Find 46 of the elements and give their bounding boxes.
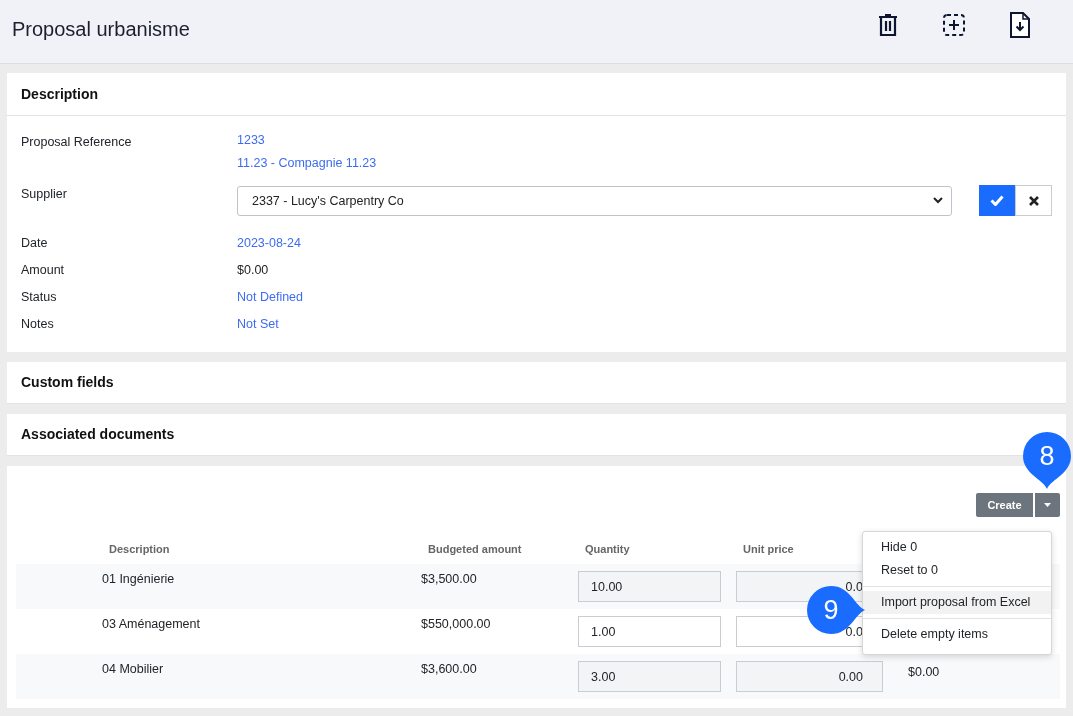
cancel-button[interactable] <box>1015 185 1052 216</box>
field-label: Status <box>21 289 58 306</box>
supplier-select[interactable]: 2337 - Lucy's Carpentry Co <box>237 185 952 216</box>
field-label: Notes <box>21 316 55 333</box>
field-label: Proposal Reference <box>21 134 133 151</box>
column-header: Budgeted amount <box>428 543 522 555</box>
column-header: Quantity <box>585 543 630 555</box>
field-label: Date <box>21 235 49 252</box>
quantity-field[interactable]: 3.00 <box>578 661 721 692</box>
table-cell: $3,500.00 <box>421 572 477 586</box>
value-link[interactable]: 2023-08-24 <box>237 230 301 257</box>
section-heading: Custom fields <box>20 373 115 392</box>
check-icon <box>990 195 1004 206</box>
confirm-button[interactable] <box>979 185 1015 216</box>
chevron-down-icon <box>933 197 943 204</box>
table-cell: $0.00 <box>908 665 940 679</box>
unit-price-field[interactable]: 0.00 <box>736 661 883 692</box>
close-icon <box>1028 195 1039 206</box>
section-heading: Description <box>7 73 1066 116</box>
page-title: Proposal urbanisme <box>12 18 191 41</box>
table-cell: 04 Mobilier <box>102 662 164 676</box>
field-label: Amount <box>21 262 66 279</box>
quantity-field[interactable]: 1.00 <box>578 616 721 647</box>
field-label: Supplier <box>21 186 68 203</box>
caret-icon <box>1044 503 1051 507</box>
value-link[interactable]: Not Set <box>237 311 279 338</box>
table-cell: $550,000.00 <box>421 617 491 631</box>
table-cell: 03 Aménagement <box>102 617 200 631</box>
field-value: $0.00 <box>237 262 270 279</box>
value-link[interactable]: Not Defined <box>237 284 303 311</box>
value-link[interactable]: 11.23 - Compagnie 11.23 <box>237 152 1052 175</box>
column-header: Description <box>109 543 170 555</box>
callout-pin: 8 <box>1023 432 1071 489</box>
dashed-plus-icon <box>942 13 966 37</box>
section-heading: Associated documents <box>20 425 176 444</box>
table-cell: $3,600.00 <box>421 662 477 676</box>
table-cell: 01 Ingénierie <box>102 572 175 586</box>
column-header: Unit price <box>743 543 794 555</box>
create-button[interactable]: Create <box>976 493 1033 517</box>
value-link[interactable]: 1233 <box>237 129 1052 152</box>
file-download-icon <box>1009 12 1031 38</box>
quantity-field[interactable]: 10.00 <box>578 571 721 602</box>
menu-item[interactable]: Hide 0 <box>863 536 1051 559</box>
dropdown-toggle[interactable] <box>1035 493 1060 517</box>
trash-icon <box>878 13 898 37</box>
menu-item[interactable]: Import proposal from Excel <box>863 591 1051 614</box>
